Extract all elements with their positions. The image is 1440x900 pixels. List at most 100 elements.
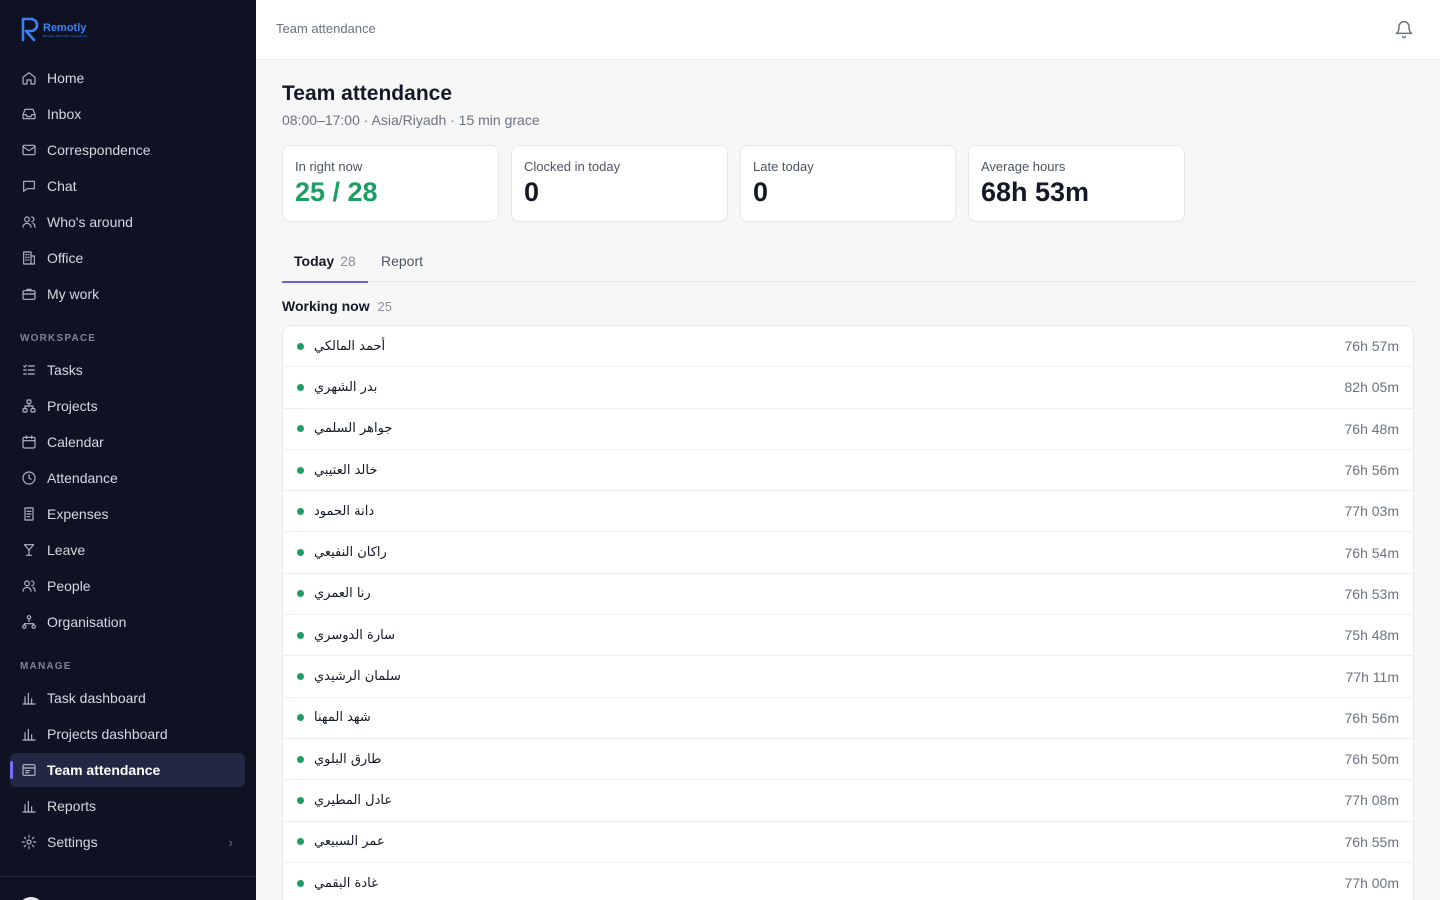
org-icon — [20, 614, 37, 631]
sidebar-item-projects-dashboard[interactable]: Projects dashboard — [10, 717, 245, 751]
sidebar-item-people[interactable]: People — [10, 569, 245, 603]
receipt-icon — [20, 506, 37, 523]
stat-value: 0 — [753, 177, 769, 207]
hours-worked: 77h 03m — [1344, 503, 1399, 520]
tab-count: 28 — [340, 253, 356, 269]
hours-worked: 75h 48m — [1344, 627, 1399, 644]
list-item[interactable]: خالد العتيبي 76h 56m — [283, 450, 1413, 492]
list-item[interactable]: طارق البلوي 76h 50m — [283, 739, 1413, 781]
sidebar-item-attendance[interactable]: Attendance — [10, 461, 245, 495]
hours-worked: 76h 55m — [1344, 833, 1399, 850]
list-item[interactable]: جواهر السلمي 76h 48m — [283, 409, 1413, 450]
hours-worked: 76h 54m — [1344, 544, 1399, 561]
logo-name: Remotly — [43, 22, 87, 34]
sidebar-item-inbox[interactable]: Inbox — [10, 97, 245, 131]
online-status-dot — [297, 342, 304, 350]
sidebar-item-who-s-around[interactable]: Who's around — [10, 205, 245, 239]
sidebar-item-chat[interactable]: Chat — [10, 169, 245, 203]
logo-tagline: Remote Work For Companies — [43, 34, 88, 38]
list-item[interactable]: راكان النفيعي 76h 54m — [283, 532, 1413, 574]
list-item[interactable]: عمر السبيعي 76h 55m — [283, 822, 1413, 863]
sidebar-item-correspondence[interactable]: Correspondence — [10, 133, 245, 167]
list-item[interactable]: رنا العمري 76h 53m — [283, 574, 1413, 616]
group-title-label: Working now — [282, 298, 370, 314]
chevron-right-icon[interactable]: › — [229, 835, 233, 850]
sidebar-item-label: Projects dashboard — [47, 726, 168, 742]
employee-name: راكان النفيعي — [314, 545, 387, 561]
sidebar-item-task-dashboard[interactable]: Task dashboard — [10, 681, 245, 715]
group-count: 25 — [377, 299, 392, 314]
stat-card-clocked-in: Clocked in today 0 — [511, 145, 728, 222]
employee-name: سارة الدوسري — [314, 627, 395, 643]
employee-name: أحمد المالكي — [314, 338, 386, 354]
sidebar: Remotly Remote Work For Companies Home In… — [0, 0, 256, 900]
sidebar-item-settings[interactable]: Settings › — [10, 825, 245, 859]
list-item[interactable]: دانة الحمود 77h 03m — [283, 491, 1413, 533]
sidebar-item-home[interactable]: Home — [10, 61, 245, 95]
online-status-dot — [297, 425, 304, 433]
topbar: Team attendance — [256, 0, 1440, 60]
online-status-dot — [297, 796, 304, 804]
sidebar-item-projects[interactable]: Projects — [10, 389, 245, 423]
stat-value: 0 — [524, 177, 540, 207]
sidebar-item-leave[interactable]: Leave — [10, 533, 245, 567]
people-icon — [20, 578, 37, 595]
home-icon — [20, 70, 37, 87]
bell-icon[interactable] — [1394, 20, 1414, 40]
sidebar-item-expenses[interactable]: Expenses — [10, 497, 245, 531]
working-now-list: أحمد المالكي 76h 57m بدر الشهري 82h 05m جواه… — [282, 325, 1414, 900]
tab-report[interactable]: Report — [381, 246, 423, 282]
sidebar-footer — [0, 876, 256, 900]
hours-worked: 76h 56m — [1344, 709, 1399, 726]
list-item[interactable]: عادل المطيري 77h 08m — [283, 780, 1413, 822]
sidebar-item-office[interactable]: Office — [10, 241, 245, 275]
sidebar-item-label: My work — [47, 286, 100, 302]
employee-name: غادة البقمي — [314, 875, 378, 891]
list-item[interactable]: سارة الدوسري 75h 48m — [283, 615, 1413, 657]
stat-value: 68h 53m — [981, 177, 1090, 207]
list-item[interactable]: بدر الشهري 82h 05m — [283, 367, 1413, 409]
breadcrumb[interactable]: Team attendance — [276, 21, 376, 36]
employee-name: رنا العمري — [314, 586, 371, 602]
sidebar-item-label: Chat — [47, 178, 77, 194]
employee-name: شهد المهنا — [314, 710, 371, 726]
sidebar-item-reports[interactable]: Reports — [10, 789, 245, 823]
logo[interactable]: Remotly Remote Work For Companies — [20, 16, 88, 42]
sidebar-item-label: Organisation — [47, 614, 127, 630]
section-label-manage: MANAGE — [20, 661, 72, 672]
sidebar-item-organisation[interactable]: Organisation — [10, 605, 245, 639]
stat-value: 25 / 28 — [295, 177, 378, 207]
sidebar-item-team-attendance[interactable]: Team attendance — [10, 753, 245, 787]
sidebar-item-label: Leave — [47, 542, 86, 558]
employee-name: عمر السبيعي — [314, 834, 385, 850]
stat-card-late: Late today 0 — [740, 145, 956, 222]
sidebar-item-calendar[interactable]: Calendar — [10, 425, 245, 459]
online-status-dot — [297, 631, 304, 639]
tab-today[interactable]: Today 28 — [282, 246, 368, 283]
hours-worked: 82h 05m — [1344, 379, 1399, 396]
sidebar-item-label: Reports — [47, 798, 97, 814]
hours-worked: 76h 48m — [1344, 420, 1399, 437]
list-item[interactable]: أحمد المالكي 76h 57m — [283, 326, 1413, 368]
sidebar-item-label: Inbox — [47, 106, 82, 122]
list-item[interactable]: غادة البقمي 77h 00m — [283, 863, 1413, 900]
employee-name: سلمان الرشيدي — [314, 669, 401, 685]
building-icon — [20, 250, 37, 267]
hours-worked: 76h 53m — [1344, 585, 1399, 602]
sidebar-item-tasks[interactable]: Tasks — [10, 353, 245, 387]
employee-name: جواهر السلمي — [314, 421, 393, 437]
mail-icon — [20, 142, 37, 159]
projects-icon — [20, 398, 37, 415]
list-item[interactable]: سلمان الرشيدي 77h 11m — [283, 656, 1413, 698]
sidebar-item-label: Expenses — [47, 506, 109, 522]
sidebar-item-label: People — [47, 578, 91, 594]
list-item[interactable]: شهد المهنا 76h 56m — [283, 698, 1413, 739]
sidebar-item-my-work[interactable]: My work — [10, 277, 245, 311]
online-status-dot — [297, 838, 304, 846]
tab-label: Today — [294, 253, 335, 269]
employee-name: طارق البلوي — [314, 751, 382, 767]
sidebar-item-label: Task dashboard — [47, 690, 146, 706]
online-status-dot — [297, 879, 304, 887]
bar-chart-icon — [20, 690, 37, 707]
section-label-workspace: WORKSPACE — [20, 333, 97, 344]
